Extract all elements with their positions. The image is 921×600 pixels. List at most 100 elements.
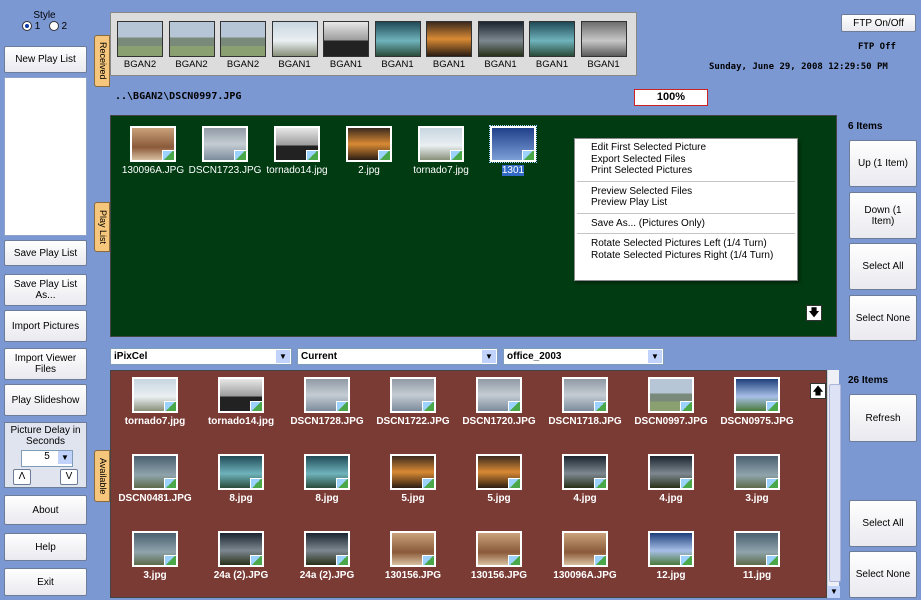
- file-name: 130156.JPG: [384, 570, 442, 581]
- delay-down-button[interactable]: V: [60, 469, 78, 485]
- tab-received[interactable]: Received: [94, 35, 110, 87]
- available-item[interactable]: tornado7.jpg: [112, 377, 198, 427]
- available-item[interactable]: DSCN1722.JPG: [370, 377, 456, 427]
- chevron-down-icon: ▼: [648, 350, 662, 363]
- picture-file-icon: [522, 150, 535, 161]
- style-radio-2[interactable]: [48, 21, 59, 32]
- play-list-item[interactable]: tornado7.jpg: [401, 126, 481, 176]
- help-button[interactable]: Help: [4, 533, 87, 561]
- available-item[interactable]: 8.jpg: [284, 454, 370, 504]
- context-menu: Edit First Selected Picture Export Select…: [574, 138, 798, 281]
- available-item[interactable]: 24a (2).JPG: [198, 531, 284, 581]
- context-menu-item[interactable]: Save As... (Pictures Only): [575, 218, 797, 230]
- available-item[interactable]: DSCN0997.JPG: [628, 377, 714, 427]
- picture-file-icon: [508, 478, 521, 489]
- received-thumbnail[interactable]: BGAN1: [323, 21, 369, 71]
- import-pictures-button[interactable]: Import Pictures: [4, 310, 87, 342]
- available-item[interactable]: 5.jpg: [456, 454, 542, 504]
- zoom-level[interactable]: 100%: [634, 89, 708, 106]
- available-select-all-button[interactable]: Select All: [849, 500, 917, 547]
- available-item[interactable]: 11.jpg: [714, 531, 800, 581]
- available-item[interactable]: tornado14.jpg: [198, 377, 284, 427]
- save-play-list-as-button[interactable]: Save Play List As...: [4, 274, 87, 306]
- scrollbar-thumb[interactable]: [829, 384, 841, 582]
- received-thumbnail[interactable]: BGAN2: [117, 21, 163, 71]
- scope-dropdown[interactable]: Current ▼: [297, 348, 498, 365]
- available-item[interactable]: 4.jpg: [542, 454, 628, 504]
- picture-file-icon: [336, 401, 349, 412]
- context-menu-item[interactable]: Edit First Selected Picture: [575, 142, 797, 154]
- source-dropdown[interactable]: iPixCel ▼: [110, 348, 292, 365]
- scroll-up-icon[interactable]: 🡅: [810, 383, 826, 399]
- context-menu-item[interactable]: Preview Selected Files: [575, 186, 797, 198]
- available-item[interactable]: 8.jpg: [198, 454, 284, 504]
- save-play-list-button[interactable]: Save Play List: [4, 240, 87, 266]
- received-thumbnail[interactable]: BGAN1: [271, 21, 318, 71]
- available-item[interactable]: DSCN0481.JPG: [112, 454, 198, 504]
- about-button[interactable]: About: [4, 495, 87, 525]
- play-list-select-none-button[interactable]: Select None: [849, 295, 917, 341]
- chevron-down-icon[interactable]: ▼: [828, 586, 840, 598]
- file-name: DSCN1728.JPG: [290, 416, 364, 427]
- scroll-down-icon[interactable]: 🡇: [806, 305, 822, 321]
- play-list-item[interactable]: 2.jpg: [329, 126, 409, 176]
- thumbnail-frame: [648, 531, 694, 567]
- available-item[interactable]: 4.jpg: [628, 454, 714, 504]
- exit-button[interactable]: Exit: [4, 568, 87, 596]
- available-item[interactable]: 3.jpg: [112, 531, 198, 581]
- available-item[interactable]: 5.jpg: [370, 454, 456, 504]
- file-name: 8.jpg: [229, 493, 253, 504]
- available-item[interactable]: DSCN1720.JPG: [456, 377, 542, 427]
- available-select-none-button[interactable]: Select None: [849, 551, 917, 598]
- available-item[interactable]: 130156.JPG: [456, 531, 542, 581]
- picture-file-icon: [766, 555, 779, 566]
- tab-play-list[interactable]: Play List: [94, 202, 110, 252]
- picture-delay-value: 5: [44, 451, 50, 462]
- received-thumbnail[interactable]: BGAN1: [426, 21, 472, 71]
- context-menu-item[interactable]: Preview Play List: [575, 197, 797, 209]
- ftp-toggle-button[interactable]: FTP On/Off: [841, 14, 916, 32]
- move-up-button[interactable]: Up (1 Item): [849, 140, 917, 187]
- play-list-item[interactable]: 130096A.JPG: [113, 126, 193, 176]
- thumbnail-frame: [734, 377, 780, 413]
- available-item[interactable]: 12.jpg: [628, 531, 714, 581]
- style-radio-1-label: 1: [34, 21, 41, 32]
- available-item[interactable]: 3.jpg: [714, 454, 800, 504]
- style-radio-1[interactable]: [21, 21, 32, 32]
- received-thumbnail[interactable]: BGAN2: [168, 21, 215, 71]
- received-thumbnail[interactable]: BGAN1: [580, 21, 627, 71]
- ftp-status: FTP Off: [858, 42, 896, 52]
- picture-delay-label: Picture Delay in Seconds: [10, 425, 81, 447]
- available-item[interactable]: DSCN1728.JPG: [284, 377, 370, 427]
- play-list-item[interactable]: 1301: [473, 125, 553, 176]
- delay-up-button[interactable]: Λ: [13, 469, 31, 485]
- received-thumbnail[interactable]: BGAN2: [220, 21, 266, 71]
- picture-file-icon: [680, 401, 693, 412]
- play-list-select-all-button[interactable]: Select All: [849, 243, 917, 290]
- available-item[interactable]: 24a (2).JPG: [284, 531, 370, 581]
- play-list-item[interactable]: DSCN1723.JPG: [185, 126, 265, 176]
- play-slideshow-button[interactable]: Play Slideshow: [4, 384, 87, 416]
- picture-delay-select[interactable]: 5 ▼: [21, 450, 73, 467]
- available-scrollbar[interactable]: ▼: [827, 370, 841, 598]
- play-list-item[interactable]: tornado14.jpg: [257, 126, 337, 176]
- import-viewer-files-button[interactable]: Import Viewer Files: [4, 348, 87, 380]
- received-thumbnail[interactable]: BGAN1: [477, 21, 524, 71]
- available-item[interactable]: DSCN0975.JPG: [714, 377, 800, 427]
- thumbnail-frame: [562, 531, 608, 567]
- available-item[interactable]: DSCN1718.JPG: [542, 377, 628, 427]
- thumbnail-image: [220, 21, 266, 57]
- available-item[interactable]: 130156.JPG: [370, 531, 456, 581]
- context-menu-item[interactable]: Rotate Selected Pictures Left (1/4 Turn): [575, 238, 797, 250]
- received-thumbnail[interactable]: BGAN1: [529, 21, 575, 71]
- context-menu-item[interactable]: Export Selected Files: [575, 154, 797, 166]
- received-thumbnail[interactable]: BGAN1: [374, 21, 421, 71]
- new-play-list-button[interactable]: New Play List: [4, 46, 87, 73]
- tab-available[interactable]: Available: [94, 450, 110, 502]
- context-menu-item[interactable]: Rotate Selected Pictures Right (1/4 Turn…: [575, 250, 797, 262]
- move-down-button[interactable]: Down (1 Item): [849, 192, 917, 239]
- available-item[interactable]: 130096A.JPG: [542, 531, 628, 581]
- theme-dropdown[interactable]: office_2003 ▼: [503, 348, 664, 365]
- refresh-button[interactable]: Refresh: [849, 394, 917, 442]
- context-menu-item[interactable]: Print Selected Pictures: [575, 165, 797, 177]
